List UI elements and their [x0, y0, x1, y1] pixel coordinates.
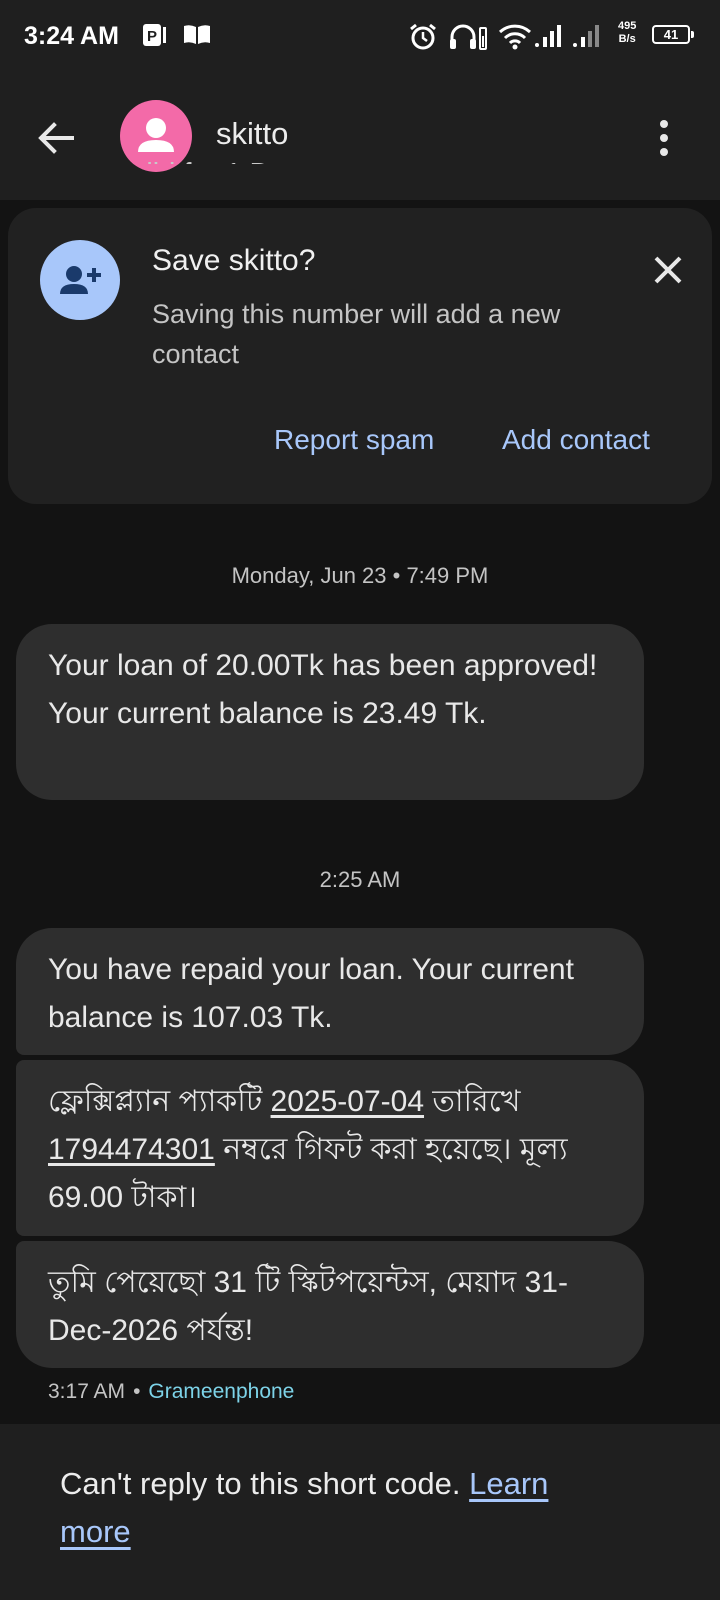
meta-separator: • — [133, 1380, 141, 1403]
save-contact-card: Save skitto? Saving this number will add… — [8, 208, 712, 504]
add-contact-button[interactable]: Add contact — [502, 424, 650, 456]
phone-number-link[interactable]: 1794474301 — [48, 1133, 215, 1166]
report-spam-button[interactable]: Report spam — [274, 424, 434, 456]
signal-icon-2 — [572, 22, 602, 53]
p-icon: P — [142, 22, 168, 53]
date-link[interactable]: 2025-07-04 — [271, 1085, 424, 1118]
close-icon — [654, 256, 682, 284]
date-separator-2: 2:25 AM — [319, 867, 401, 892]
save-card-title: Save skitto? — [152, 244, 316, 277]
alarm-icon — [408, 22, 438, 57]
date-separator: Monday, Jun 23 • 7:49 PM — [231, 563, 489, 588]
net-speed: 495 B/s — [618, 20, 636, 46]
more-vert-icon — [660, 120, 668, 156]
add-person-avatar — [40, 240, 120, 320]
contact-name[interactable]: skitto — [216, 116, 288, 152]
save-card-description: Saving this number will add a new contac… — [152, 299, 561, 369]
wifi-icon — [498, 22, 532, 55]
status-bar: 3:24 AM P 495 B/s 41 — [0, 0, 720, 72]
message-text: ফ্লেক্সিপ্ল্যান প্যাকটি — [48, 1085, 271, 1118]
previous-message-peek: now, valid for 1 Day. — [48, 148, 307, 164]
close-button[interactable] — [646, 248, 690, 292]
signal-icon — [534, 22, 564, 53]
message-time: 3:17 AM — [48, 1380, 126, 1403]
person-add-icon — [60, 266, 101, 294]
message-text: তারিখে — [424, 1085, 521, 1118]
message-meta: 3:17 AM • Grameenphone — [48, 1380, 294, 1404]
message-bubble-4[interactable]: তুমি পেয়েছো 31 টি স্কিটপয়েন্টস, মেয়াদ… — [16, 1241, 644, 1368]
carrier-label: Grameenphone — [148, 1380, 295, 1403]
message-bubble-3[interactable]: ফ্লেক্সিপ্ল্যান প্যাকটি 2025-07-04 তারিখ… — [16, 1060, 644, 1236]
status-time: 3:24 AM — [24, 22, 119, 50]
reply-footer: Can't reply to this short code. Learn mo… — [0, 1424, 720, 1600]
app-bar: skitto — [0, 72, 720, 200]
net-speed-unit: B/s — [618, 33, 636, 45]
footer-text: Can't reply to this short code. Learn mo… — [60, 1460, 620, 1556]
svg-text:P: P — [147, 28, 157, 45]
more-options-button[interactable] — [646, 114, 682, 162]
net-speed-value: 495 — [618, 20, 637, 32]
message-bubble[interactable]: Your loan of 20.00Tk has been approved! … — [16, 624, 644, 800]
message-bubble-2[interactable]: You have repaid your loan. Your current … — [16, 928, 644, 1055]
cannot-reply-text: Can't reply to this short code. — [60, 1466, 461, 1501]
headphones-icon — [448, 22, 488, 57]
book-icon — [182, 22, 212, 53]
battery-indicator: 41 — [652, 25, 694, 44]
